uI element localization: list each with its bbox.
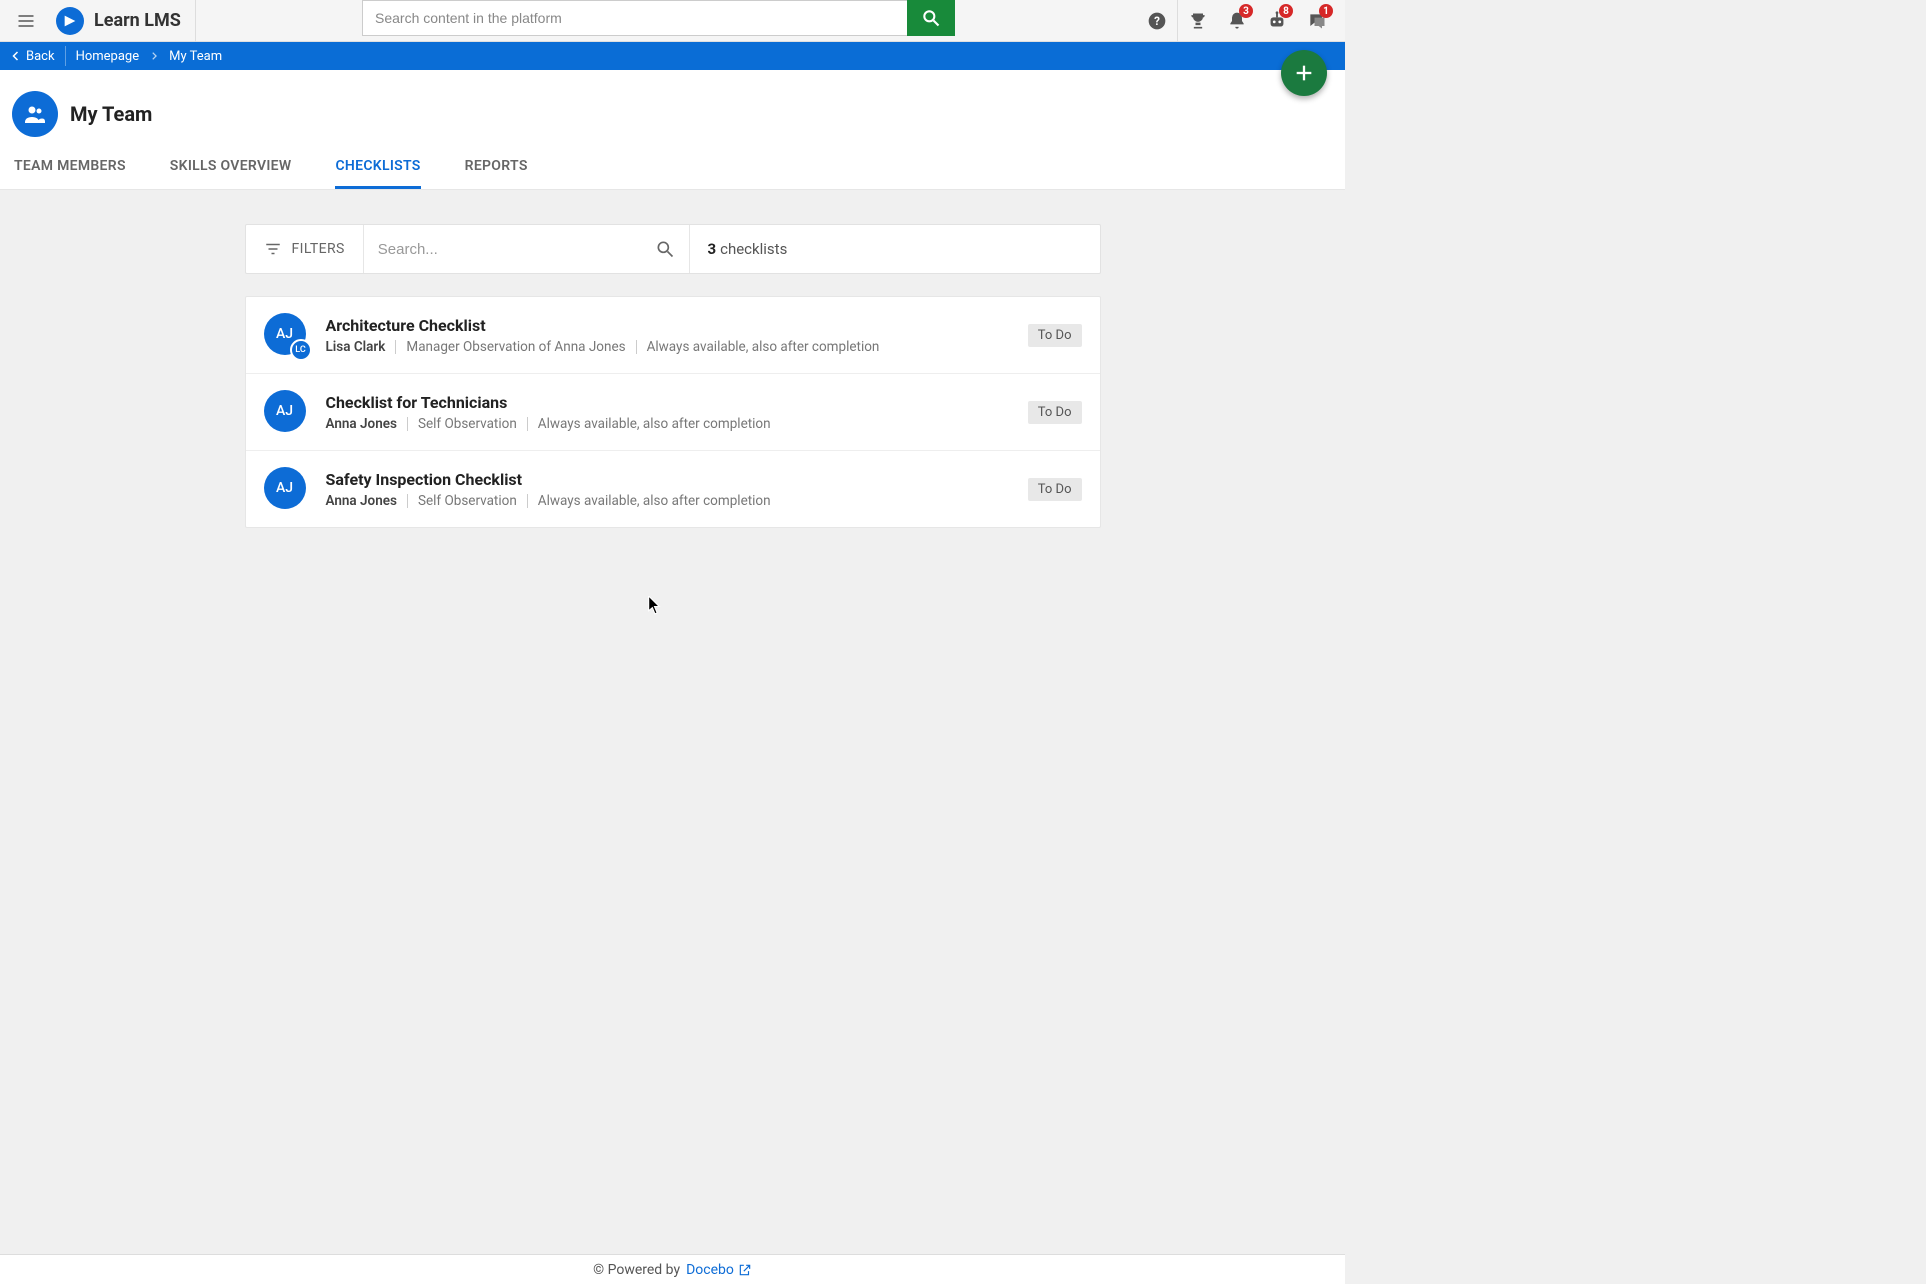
top-bar: Learn LMS ? 3 8 1	[0, 0, 1345, 42]
messages-button[interactable]: 1	[1297, 0, 1337, 42]
avatar-secondary: LC	[290, 339, 312, 361]
menu-button[interactable]	[0, 0, 52, 42]
observer-name: Anna Jones	[326, 416, 397, 432]
observation-type: Self Observation	[418, 416, 517, 432]
filter-icon	[264, 240, 282, 258]
checklist-title: Checklist for Technicians	[326, 393, 1028, 412]
avatar-stack: AJ	[264, 390, 308, 434]
separator	[636, 340, 637, 354]
separator	[407, 417, 408, 431]
observation-type: Manager Observation of Anna Jones	[406, 339, 625, 355]
checklist-count: 3 checklists	[690, 225, 1100, 273]
trophy-button[interactable]	[1177, 0, 1217, 42]
back-label: Back	[26, 49, 55, 64]
footer-link-text: Docebo	[686, 1262, 734, 1278]
checklist-row[interactable]: AJ LC Architecture Checklist Lisa Clark …	[246, 297, 1100, 374]
checklist-title: Architecture Checklist	[326, 316, 1028, 335]
global-search	[362, 0, 955, 36]
checklist-meta: Anna Jones Self Observation Always avail…	[326, 416, 1028, 432]
gamification-button[interactable]: 8	[1257, 0, 1297, 42]
checklist-row[interactable]: AJ Checklist for Technicians Anna Jones …	[246, 374, 1100, 451]
observer-name: Anna Jones	[326, 493, 397, 509]
search-icon	[921, 8, 941, 28]
external-link-icon	[738, 1263, 752, 1277]
filter-bar: FILTERS 3 checklists	[245, 224, 1101, 274]
separator	[527, 494, 528, 508]
checklist-panel: FILTERS 3 checklists AJ LC Architecture …	[245, 224, 1101, 1230]
header-right-icons: ? 3 8 1	[1137, 0, 1337, 42]
content-area: FILTERS 3 checklists AJ LC Architecture …	[0, 190, 1345, 1270]
tab-team-members[interactable]: TEAM MEMBERS	[14, 154, 126, 189]
brand-name: Learn LMS	[94, 10, 181, 31]
checklist-meta: Anna Jones Self Observation Always avail…	[326, 493, 1028, 509]
checklist-list: AJ LC Architecture Checklist Lisa Clark …	[245, 296, 1101, 528]
avatar-stack: AJ LC	[264, 313, 308, 357]
search-icon	[655, 239, 675, 259]
footer-link[interactable]: Docebo	[686, 1262, 752, 1278]
breadcrumb-item-myteam[interactable]: My Team	[159, 49, 232, 64]
status-badge: To Do	[1028, 324, 1082, 347]
brand[interactable]: Learn LMS	[52, 0, 196, 42]
tabs: TEAM MEMBERS SKILLS OVERVIEW CHECKLISTS …	[0, 140, 1345, 190]
row-body: Checklist for Technicians Anna Jones Sel…	[326, 393, 1028, 432]
availability: Always available, also after completion	[647, 339, 880, 355]
page-header: My Team	[0, 70, 1345, 140]
notifications-badge: 3	[1239, 4, 1253, 18]
checklist-search-input[interactable]	[378, 241, 655, 258]
filters-label: FILTERS	[292, 241, 345, 257]
footer: © Powered by Docebo	[0, 1254, 1345, 1284]
availability: Always available, also after completion	[538, 493, 771, 509]
separator	[395, 340, 396, 354]
search-button[interactable]	[907, 0, 955, 36]
avatar-stack: AJ	[264, 467, 308, 511]
separator	[407, 494, 408, 508]
checklist-title: Safety Inspection Checklist	[326, 470, 1028, 489]
page-icon	[12, 91, 58, 137]
filters-button[interactable]: FILTERS	[246, 225, 364, 273]
status-badge: To Do	[1028, 401, 1082, 424]
search-input[interactable]	[362, 0, 907, 36]
observation-type: Self Observation	[418, 493, 517, 509]
breadcrumb-item-homepage[interactable]: Homepage	[66, 49, 150, 64]
add-fab[interactable]	[1281, 50, 1327, 96]
page: My Team TEAM MEMBERS SKILLS OVERVIEW CHE…	[0, 70, 1345, 190]
tab-checklists[interactable]: CHECKLISTS	[335, 154, 420, 189]
breadcrumb: Back Homepage My Team	[0, 42, 1345, 70]
back-button[interactable]: Back	[8, 46, 66, 66]
footer-prefix: © Powered by	[593, 1262, 680, 1278]
checklist-search-cell	[364, 225, 690, 273]
trophy-icon	[1188, 11, 1208, 31]
chevron-left-icon	[10, 50, 22, 62]
gamification-badge: 8	[1279, 4, 1293, 18]
checklist-row[interactable]: AJ Safety Inspection Checklist Anna Jone…	[246, 451, 1100, 527]
brand-logo-icon	[56, 7, 84, 35]
count-label: checklists	[720, 240, 787, 258]
avatar: AJ	[264, 390, 306, 432]
checklist-meta: Lisa Clark Manager Observation of Anna J…	[326, 339, 1028, 355]
help-icon: ?	[1147, 11, 1167, 31]
notifications-button[interactable]: 3	[1217, 0, 1257, 42]
tab-skills-overview[interactable]: SKILLS OVERVIEW	[170, 154, 292, 189]
row-body: Architecture Checklist Lisa Clark Manage…	[326, 316, 1028, 355]
availability: Always available, also after completion	[538, 416, 771, 432]
plus-icon	[1293, 62, 1315, 84]
count-number: 3	[708, 240, 717, 258]
chevron-right-icon	[149, 51, 159, 61]
team-icon	[23, 102, 47, 126]
avatar: AJ	[264, 467, 306, 509]
separator	[527, 417, 528, 431]
status-badge: To Do	[1028, 478, 1082, 501]
tab-reports[interactable]: REPORTS	[465, 154, 528, 189]
hamburger-icon	[16, 11, 36, 31]
row-body: Safety Inspection Checklist Anna Jones S…	[326, 470, 1028, 509]
help-button[interactable]: ?	[1137, 0, 1177, 42]
observer-name: Lisa Clark	[326, 339, 386, 355]
messages-badge: 1	[1319, 4, 1333, 18]
svg-text:?: ?	[1154, 14, 1160, 28]
page-title: My Team	[70, 102, 152, 126]
